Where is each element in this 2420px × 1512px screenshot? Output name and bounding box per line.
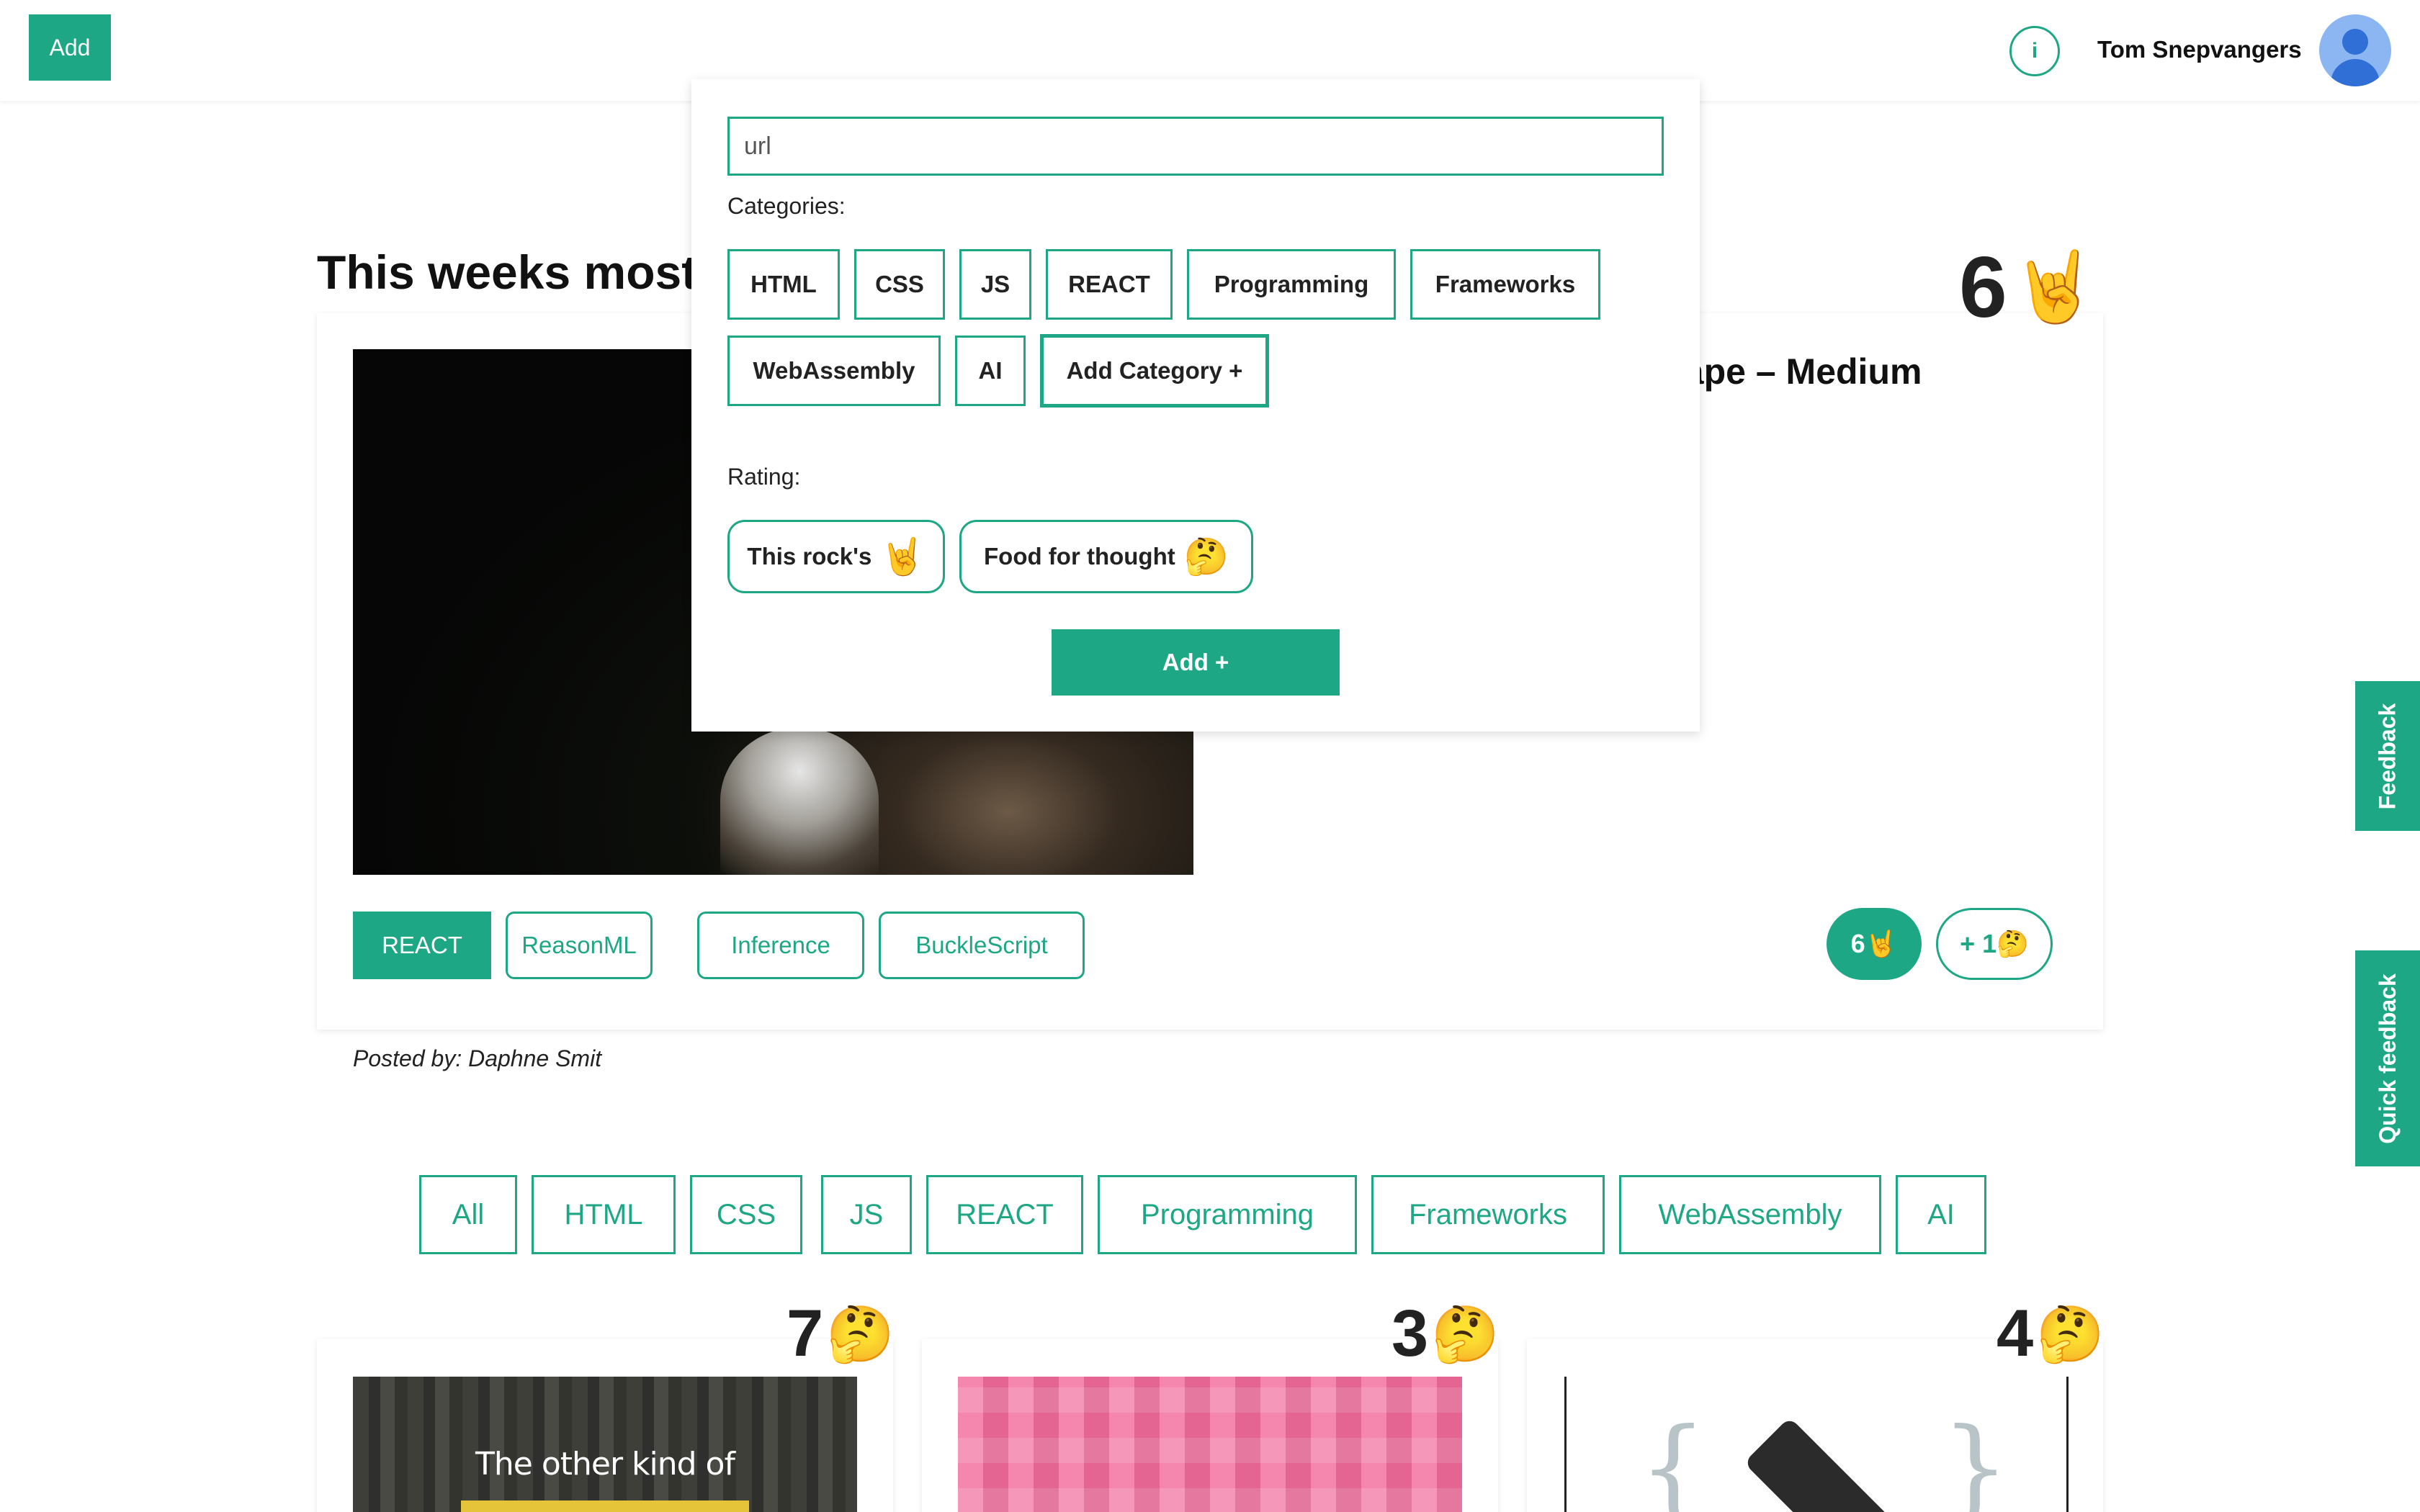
card-rating-count: 4 🤔 — [1996, 1296, 2105, 1372]
filter-ai[interactable]: AI — [1896, 1175, 1986, 1254]
filter-all[interactable]: All — [419, 1175, 517, 1254]
quick-feedback-tab[interactable]: Quick feedback — [2355, 950, 2420, 1166]
featured-image-detail — [720, 727, 879, 875]
quick-feedback-tab-label: Quick feedback — [2374, 973, 2401, 1144]
filter-frameworks[interactable]: Frameworks — [1371, 1175, 1605, 1254]
category-frameworks[interactable]: Frameworks — [1410, 249, 1600, 320]
category-react[interactable]: REACT — [1046, 249, 1173, 320]
categories-label: Categories: — [727, 193, 846, 219]
avatar-head-shape — [2342, 29, 2368, 55]
card-thumbnail[interactable]: { } — [1564, 1377, 2069, 1512]
thinking-face-icon: 🤔 — [2036, 1303, 2105, 1365]
rating-option-label: This rock's — [747, 543, 872, 570]
category-webassembly[interactable]: WebAssembly — [727, 336, 941, 406]
category-programming[interactable]: Programming — [1187, 249, 1396, 320]
thinking-face-icon: 🤔 — [826, 1303, 895, 1365]
card-thumbnail[interactable] — [958, 1377, 1462, 1512]
featured-rock-count: 6 🤘 — [1959, 238, 2097, 337]
add-category-button[interactable]: Add Category + — [1040, 334, 1269, 408]
featured-tag-bucklescript[interactable]: BuckleScript — [879, 912, 1085, 979]
rating-label: Rating: — [727, 464, 801, 490]
featured-headline[interactable]: cape – Medium — [1664, 351, 1922, 392]
feedback-tab-label: Feedback — [2374, 703, 2401, 809]
rock-hand-icon: 🤘 — [2011, 248, 2098, 325]
filter-js[interactable]: JS — [821, 1175, 912, 1254]
user-name[interactable]: Tom Snepvangers — [2097, 32, 2302, 68]
filter-react[interactable]: REACT — [926, 1175, 1083, 1254]
category-ai[interactable]: AI — [955, 336, 1026, 406]
rock-rating-button[interactable]: 6🤘 — [1827, 908, 1922, 980]
url-input[interactable] — [727, 117, 1664, 176]
filter-css[interactable]: CSS — [690, 1175, 802, 1254]
card-count-number: 7 — [786, 1297, 824, 1370]
thumbnail-caption: The other kind of — [475, 1446, 735, 1482]
category-html[interactable]: HTML — [727, 249, 840, 320]
filter-programming[interactable]: Programming — [1098, 1175, 1357, 1254]
card-count-number: 3 — [1392, 1297, 1429, 1370]
card-count-number: 4 — [1996, 1297, 2034, 1370]
card-rating-count: 7 🤔 — [786, 1296, 895, 1372]
category-css[interactable]: CSS — [854, 249, 945, 320]
featured-tag-reasonml[interactable]: ReasonML — [506, 912, 653, 979]
featured-count-number: 6 — [1959, 239, 2007, 336]
rating-option-label: Food for thought — [984, 543, 1175, 570]
avatar[interactable] — [2319, 14, 2391, 86]
filter-html[interactable]: HTML — [532, 1175, 676, 1254]
featured-section-title: This weeks most — [317, 246, 698, 299]
pen-graphic — [1744, 1417, 1886, 1512]
category-js[interactable]: JS — [959, 249, 1031, 320]
add-link-button[interactable]: Add — [29, 14, 111, 81]
card-rating-count: 3 🤔 — [1392, 1296, 1500, 1372]
thumbnail-title-band — [461, 1500, 749, 1512]
feedback-tab[interactable]: Feedback — [2355, 681, 2420, 831]
left-brace-graphic: { — [1639, 1405, 1708, 1512]
thinking-face-icon: 🤔 — [1431, 1303, 1500, 1365]
rating-option-rock[interactable]: This rock's 🤘 — [727, 520, 945, 593]
featured-tag-inference[interactable]: Inference — [697, 912, 864, 979]
thinking-face-icon: 🤔 — [1183, 536, 1229, 577]
filter-webassembly[interactable]: WebAssembly — [1619, 1175, 1881, 1254]
posted-by: Posted by: Daphne Smit — [353, 1045, 602, 1071]
thought-rating-button[interactable]: + 1🤔 — [1936, 908, 2053, 980]
info-button[interactable]: i — [2009, 26, 2060, 76]
submit-add-button[interactable]: Add + — [1052, 629, 1340, 696]
rock-hand-icon: 🤘 — [880, 536, 926, 577]
rating-option-thought[interactable]: Food for thought 🤔 — [959, 520, 1253, 593]
avatar-body-shape — [2331, 59, 2380, 86]
right-brace-graphic: } — [1941, 1405, 2010, 1512]
featured-tag-react[interactable]: REACT — [353, 912, 491, 979]
card-thumbnail[interactable]: The other kind of — [353, 1377, 857, 1512]
